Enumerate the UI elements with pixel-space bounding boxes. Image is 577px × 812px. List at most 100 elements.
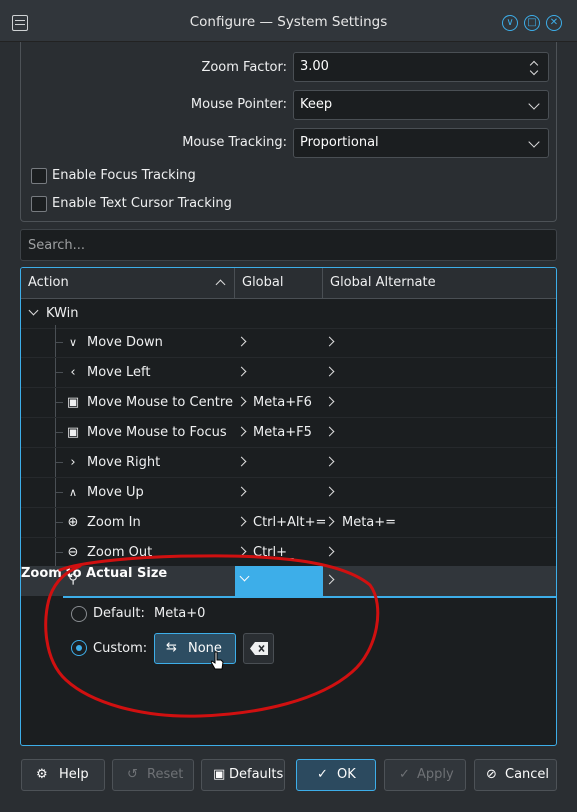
cancel-button[interactable]: ⊘ Cancel xyxy=(474,759,557,791)
check-icon: ✓ xyxy=(399,767,410,782)
mouse-tracking-select[interactable]: Proportional xyxy=(293,128,549,158)
sort-ascending-icon xyxy=(215,279,226,290)
chevron-right-icon: › xyxy=(70,455,76,470)
reset-icon: ↺ xyxy=(127,767,138,782)
tree-row[interactable]: ‹ Move Left xyxy=(21,358,556,388)
column-header-global-alternate[interactable]: Global Alternate xyxy=(323,268,556,298)
help-button[interactable]: ⚙ Help xyxy=(21,759,105,791)
tree-branch xyxy=(55,402,63,403)
zoom-in-icon: ⊕ xyxy=(67,515,79,530)
focus-tracking-label[interactable]: Enable Focus Tracking xyxy=(52,168,196,183)
custom-radio[interactable] xyxy=(71,640,87,656)
zoom-out-icon: ⊖ xyxy=(67,545,79,560)
defaults-icon: ▣ xyxy=(213,767,226,782)
mouse-move-icon: ▣ xyxy=(66,395,80,410)
alternate-expand-icon[interactable] xyxy=(324,426,335,437)
action-name: Move Up xyxy=(87,485,144,500)
default-radio[interactable] xyxy=(71,606,87,622)
tree-header: Action Global Global Alternate xyxy=(21,268,556,299)
tree-branch xyxy=(55,522,63,523)
help-label: Help xyxy=(59,767,89,782)
apply-button[interactable]: ✓ Apply xyxy=(384,759,466,791)
spin-down-icon[interactable] xyxy=(529,66,539,76)
action-name: Move Down xyxy=(87,335,163,350)
column-header-global[interactable]: Global xyxy=(235,268,323,298)
tree-row[interactable]: ∨ Move Down xyxy=(21,328,556,358)
expand-chevron-icon[interactable] xyxy=(28,305,39,316)
global-expand-icon[interactable] xyxy=(236,426,247,437)
tree-row[interactable]: ∧ Move Up xyxy=(21,478,556,508)
shortcuts-tree[interactable]: Action Global Global Alternate KWin ∨ Mo… xyxy=(20,267,557,746)
clear-shortcut-button[interactable] xyxy=(243,633,274,664)
alternate-expand-icon[interactable] xyxy=(324,546,335,557)
ok-button[interactable]: ✓ OK xyxy=(296,759,376,791)
tree-row-selected[interactable]: ⚲ Zoom to Actual Size xyxy=(21,566,556,596)
column-header-action[interactable]: Action xyxy=(21,268,235,298)
tree-row[interactable]: ⊕ Zoom In Ctrl+Alt+= Meta+= xyxy=(21,508,556,538)
reset-label: Reset xyxy=(147,767,184,782)
global-expand-icon[interactable] xyxy=(236,456,247,467)
maximize-icon[interactable]: □ xyxy=(524,15,540,31)
column-global-label: Global xyxy=(242,275,284,290)
chevron-down-icon: ∨ xyxy=(68,336,78,349)
mouse-pointer-select[interactable]: Keep xyxy=(293,90,549,120)
tree-branch xyxy=(55,372,63,373)
chevron-left-icon: ‹ xyxy=(70,365,76,380)
alternate-expand-icon[interactable] xyxy=(324,574,335,585)
reset-button[interactable]: ↺ Reset xyxy=(112,759,194,791)
zoom-factor-spinbox[interactable]: 3.00 xyxy=(293,52,549,82)
defaults-label: Defaults xyxy=(229,767,284,782)
action-name: Move Mouse to Centre xyxy=(87,395,233,410)
tree-row[interactable]: ⊖ Zoom Out Ctrl+_ xyxy=(21,538,556,568)
mouse-cursor-icon xyxy=(211,651,224,670)
shortcut-record-button[interactable]: ⇆ None xyxy=(154,633,236,670)
tree-branch xyxy=(55,552,63,553)
alternate-expand-icon[interactable] xyxy=(324,396,335,407)
text-cursor-tracking-label[interactable]: Enable Text Cursor Tracking xyxy=(52,196,232,211)
tree-group-kwin[interactable]: KWin xyxy=(21,299,556,329)
global-shortcut: Meta+F6 xyxy=(253,395,312,410)
check-icon: ✓ xyxy=(317,767,328,782)
mouse-pointer-value: Keep xyxy=(300,97,333,112)
minimize-icon[interactable]: ∨ xyxy=(502,15,518,31)
zoom-factor-label: Zoom Factor: xyxy=(201,60,287,75)
tree-row[interactable]: › Move Right xyxy=(21,448,556,478)
title-bar: Configure — System Settings ∨ □ ✕ xyxy=(0,0,577,42)
zoom-factor-value: 3.00 xyxy=(300,59,329,74)
tree-branch xyxy=(55,432,63,433)
global-shortcut: Ctrl+_ xyxy=(253,545,294,560)
alternate-expand-icon[interactable] xyxy=(324,336,335,347)
alternate-expand-icon[interactable] xyxy=(324,456,335,467)
tree-row[interactable]: ▣ Move Mouse to Centre Meta+F6 xyxy=(21,388,556,418)
close-icon[interactable]: ✕ xyxy=(546,15,562,31)
action-name: Move Left xyxy=(87,365,151,380)
focus-tracking-checkbox[interactable] xyxy=(31,168,47,184)
action-name: Move Mouse to Focus xyxy=(87,425,227,440)
ok-label: OK xyxy=(337,767,356,782)
global-expand-icon[interactable] xyxy=(236,546,247,557)
action-name: Zoom In xyxy=(87,515,141,530)
alternate-expand-icon[interactable] xyxy=(324,486,335,497)
action-name: Move Right xyxy=(87,455,161,470)
action-name: Zoom to Actual Size xyxy=(21,566,168,581)
text-cursor-tracking-checkbox[interactable] xyxy=(31,196,47,212)
search-input[interactable]: Search... xyxy=(20,229,557,261)
global-expand-icon[interactable] xyxy=(236,336,247,347)
window-title: Configure — System Settings xyxy=(189,14,388,30)
global-expand-icon[interactable] xyxy=(236,366,247,377)
global-cell-selected[interactable] xyxy=(235,566,323,596)
global-collapse-icon[interactable] xyxy=(239,571,250,582)
global-expand-icon[interactable] xyxy=(236,486,247,497)
backspace-icon xyxy=(250,642,268,655)
global-expand-icon[interactable] xyxy=(236,516,247,527)
group-label: KWin xyxy=(46,306,79,321)
mouse-tracking-label: Mouse Tracking: xyxy=(182,135,287,150)
configure-shortcut-icon: ⇆ xyxy=(166,640,177,655)
apply-label: Apply xyxy=(417,767,454,782)
tree-row[interactable]: ▣ Move Mouse to Focus Meta+F5 xyxy=(21,418,556,448)
alternate-expand-icon[interactable] xyxy=(324,366,335,377)
global-expand-icon[interactable] xyxy=(236,396,247,407)
zoom-settings-panel: Zoom Factor: 3.00 Mouse Pointer: Keep Mo… xyxy=(20,42,557,222)
mouse-pointer-label: Mouse Pointer: xyxy=(190,97,287,112)
defaults-button[interactable]: ▣ Defaults xyxy=(201,759,285,791)
